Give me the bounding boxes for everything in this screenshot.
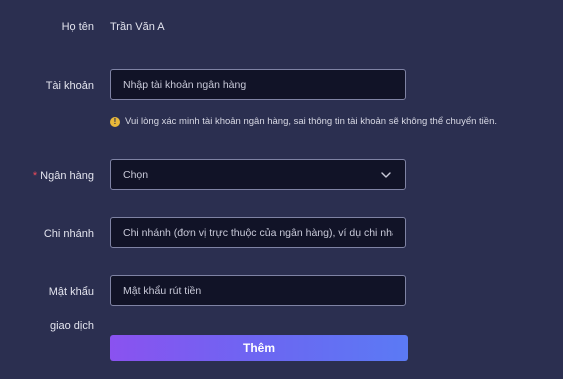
password-label-line2: giao dịch: [49, 320, 94, 332]
name-value: Trần Văn A: [110, 21, 165, 33]
account-label: Tài khoản: [45, 80, 94, 92]
account-input[interactable]: [123, 78, 393, 91]
info-icon: !: [110, 116, 120, 127]
password-label-line1: Mật khẩu: [48, 286, 94, 298]
bank-account-form: Họ tên Trần Văn A Tài khoản ! Vui lòng x…: [0, 0, 563, 379]
account-field[interactable]: [110, 69, 406, 100]
branch-label: Chi nhánh: [43, 228, 94, 240]
bank-label: * Ngân hàng: [0, 169, 94, 183]
add-button[interactable]: Thêm: [110, 335, 408, 361]
chevron-down-icon: [381, 171, 391, 178]
bank-select-value: Chọn: [123, 168, 149, 181]
password-field[interactable]: [110, 275, 406, 306]
name-label: Họ tên: [61, 21, 94, 33]
required-mark: *: [32, 170, 38, 182]
branch-field[interactable]: [110, 217, 406, 248]
bank-label-text: Ngân hàng: [40, 170, 94, 182]
bank-select[interactable]: Chọn: [110, 159, 406, 190]
account-hint-text: Vui lòng xác minh tài khoản ngân hàng, s…: [125, 116, 497, 127]
password-input[interactable]: [123, 284, 393, 297]
branch-input[interactable]: [123, 226, 393, 239]
account-hint: ! Vui lòng xác minh tài khoản ngân hàng,…: [110, 116, 497, 127]
